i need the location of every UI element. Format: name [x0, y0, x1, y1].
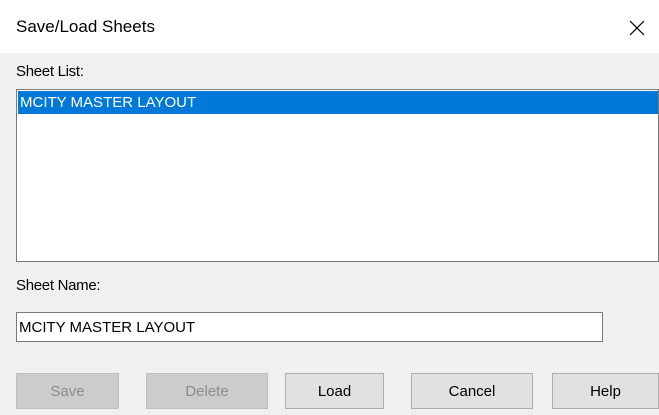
sheet-list[interactable]: MCITY MASTER LAYOUT	[16, 89, 659, 262]
sheet-list-item[interactable]: MCITY MASTER LAYOUT	[18, 91, 658, 114]
save-button[interactable]: Save	[16, 373, 119, 409]
sheet-list-label: Sheet List:	[16, 63, 84, 80]
load-button[interactable]: Load	[285, 373, 384, 409]
cancel-button[interactable]: Cancel	[411, 373, 533, 409]
save-load-sheets-dialog: Save/Load Sheets Sheet List: MCITY MASTE…	[0, 0, 659, 415]
sheet-name-label: Sheet Name:	[16, 277, 101, 294]
delete-button[interactable]: Delete	[146, 373, 268, 409]
help-button[interactable]: Help	[552, 373, 659, 409]
close-icon	[629, 20, 645, 36]
window-title: Save/Load Sheets	[16, 17, 155, 36]
title-bar: Save/Load Sheets	[0, 0, 659, 53]
sheet-name-input[interactable]	[16, 312, 603, 342]
close-button[interactable]	[615, 10, 659, 46]
